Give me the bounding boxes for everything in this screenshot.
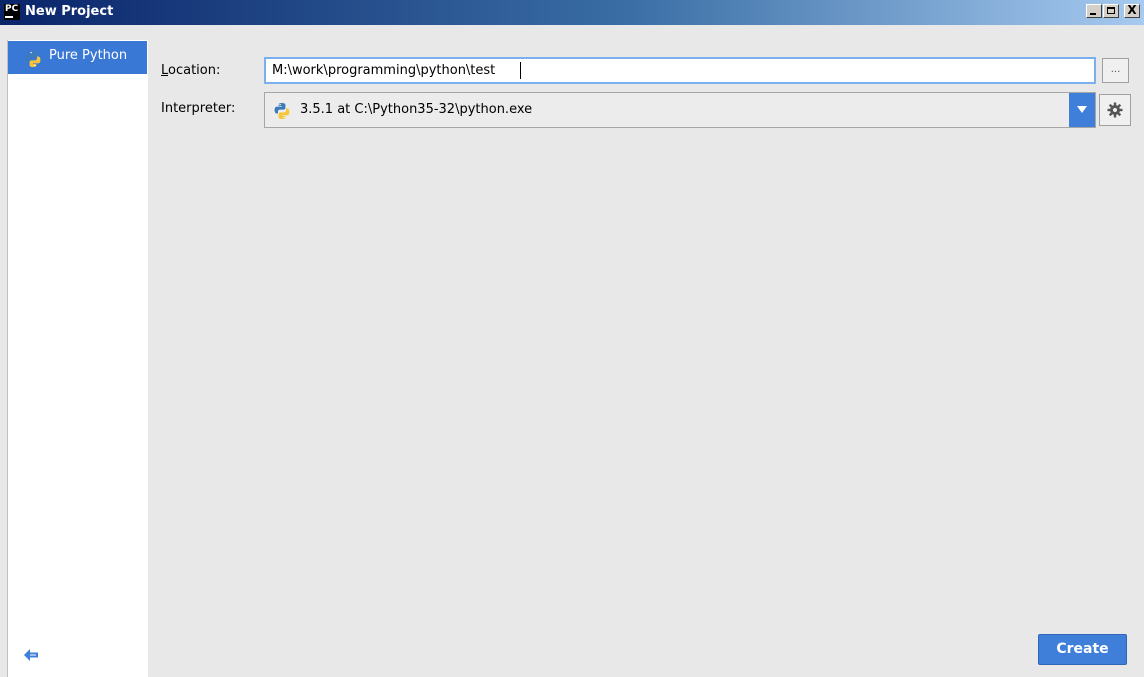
interpreter-label: Interpreter: xyxy=(161,101,236,116)
sidebar-item-pure-python[interactable]: Pure Python xyxy=(8,41,147,74)
chevron-down-icon xyxy=(1077,106,1087,113)
location-label: Location: xyxy=(161,63,220,78)
title-bar[interactable]: PC New Project X xyxy=(0,0,1144,25)
location-label-accesskey: L xyxy=(161,63,169,78)
close-button[interactable]: X xyxy=(1124,3,1140,18)
minimize-button[interactable] xyxy=(1086,4,1102,18)
window-title: New Project xyxy=(25,4,114,19)
location-input[interactable] xyxy=(264,57,1096,84)
minimize-icon xyxy=(1090,13,1096,15)
create-button[interactable]: Create xyxy=(1038,634,1127,665)
dropdown-arrow-button[interactable] xyxy=(1069,93,1095,127)
new-project-dialog: PC New Project X Pure Python Location: .… xyxy=(0,0,1144,677)
back-arrow-icon[interactable] xyxy=(23,647,39,667)
close-icon: X xyxy=(1127,3,1137,17)
project-type-sidebar xyxy=(8,40,148,677)
sidebar-item-label: Pure Python xyxy=(49,48,128,63)
app-logo-text: PC xyxy=(5,4,19,14)
interpreter-settings-button[interactable] xyxy=(1099,94,1131,126)
location-label-text: ocation: xyxy=(168,63,221,78)
interpreter-dropdown[interactable]: 3.5.1 at C:\Python35-32\python.exe xyxy=(264,92,1096,128)
pycharm-logo-icon: PC xyxy=(4,4,20,20)
interpreter-value: 3.5.1 at C:\Python35-32\python.exe xyxy=(300,102,533,117)
maximize-button[interactable] xyxy=(1103,4,1119,18)
maximize-icon xyxy=(1107,7,1115,14)
python-icon xyxy=(24,50,42,72)
gear-icon xyxy=(1107,102,1123,118)
python-icon xyxy=(273,102,291,124)
text-caret xyxy=(520,62,521,79)
browse-button[interactable]: ... xyxy=(1102,58,1129,83)
